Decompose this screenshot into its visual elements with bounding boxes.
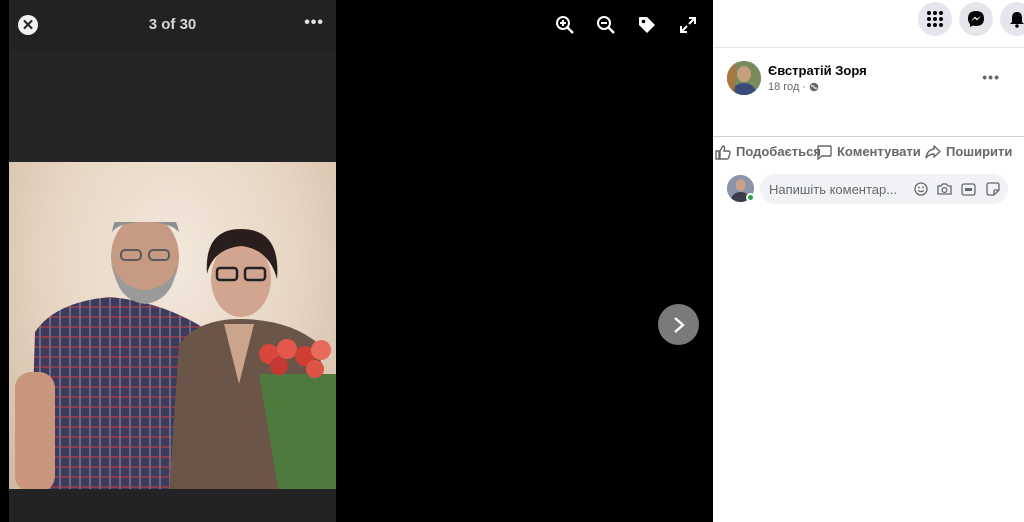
author-name[interactable]: Євстратій Зоря xyxy=(768,63,867,78)
photo xyxy=(9,162,336,489)
meta-separator: · xyxy=(802,81,807,93)
author-avatar[interactable] xyxy=(727,61,761,95)
top-nav-bar xyxy=(713,0,1024,48)
menu-button[interactable] xyxy=(918,2,952,36)
comment-placeholder: Напишіть коментар... xyxy=(769,181,898,197)
comment-composer: Напишіть коментар... xyxy=(727,174,1008,204)
photo-counter: 3 of 30 xyxy=(148,16,197,33)
embedded-screenshot-bottom-bar xyxy=(9,489,336,522)
embedded-screenshot-top-bar: 3 of 30 ••• xyxy=(9,0,336,50)
comment-tools xyxy=(913,182,1008,197)
gif-button[interactable] xyxy=(961,182,976,197)
tag-button[interactable] xyxy=(634,12,660,38)
share-button[interactable]: Поширити xyxy=(925,144,1012,160)
emoji-button[interactable] xyxy=(913,182,928,197)
comment-icon xyxy=(817,144,832,160)
like-icon xyxy=(715,144,731,160)
next-photo-button[interactable] xyxy=(658,304,699,345)
tag-icon xyxy=(639,17,655,33)
emoji-icon xyxy=(913,182,928,196)
share-icon xyxy=(925,144,941,159)
bell-icon xyxy=(1010,12,1024,28)
post-header: Євстратій Зоря 18 год · ••• xyxy=(727,61,1012,101)
photo-person-woman xyxy=(169,229,336,489)
post-options-button[interactable]: ••• xyxy=(982,69,1000,85)
notifications-button[interactable] xyxy=(1000,2,1024,36)
globe-icon xyxy=(809,82,819,92)
like-label: Подобається xyxy=(736,144,821,159)
close-button[interactable]: ✕ xyxy=(18,15,38,35)
like-button[interactable]: Подобається xyxy=(715,144,821,160)
comment-button[interactable]: Коментувати xyxy=(816,144,921,160)
camera-button[interactable] xyxy=(937,182,952,197)
post-actions-bar: Подобається Коментувати Поширити xyxy=(713,136,1024,166)
zoom-out-button[interactable] xyxy=(593,12,619,38)
post-meta: 18 год · xyxy=(768,81,819,93)
comment-input[interactable]: Напишіть коментар... xyxy=(760,174,1008,204)
gif-icon xyxy=(961,182,976,196)
share-label: Поширити xyxy=(946,144,1013,159)
online-status-indicator xyxy=(746,193,755,202)
zoom-out-icon xyxy=(597,16,615,34)
messenger-icon xyxy=(968,11,984,27)
sticker-button[interactable] xyxy=(985,182,1000,197)
fullscreen-icon xyxy=(680,17,696,33)
photo-viewer: 3 of 30 ••• ✕ xyxy=(0,0,713,522)
close-icon: ✕ xyxy=(21,16,35,34)
sticker-icon xyxy=(985,182,1000,196)
zoom-in-icon xyxy=(556,16,574,34)
chevron-right-icon xyxy=(673,316,685,333)
embedded-more-icon: ••• xyxy=(304,14,324,31)
apps-grid-icon xyxy=(927,11,943,27)
avatar-image xyxy=(727,61,761,95)
post-side-panel: Євстратій Зоря 18 год · ••• Подобається … xyxy=(713,0,1024,522)
messenger-button[interactable] xyxy=(959,2,993,36)
camera-icon xyxy=(937,183,952,195)
zoom-in-button[interactable] xyxy=(552,12,578,38)
comment-label: Коментувати xyxy=(837,144,921,159)
photo-image-container: 3 of 30 ••• xyxy=(9,0,336,522)
fullscreen-button[interactable] xyxy=(675,12,701,38)
post-time[interactable]: 18 год xyxy=(768,81,799,93)
